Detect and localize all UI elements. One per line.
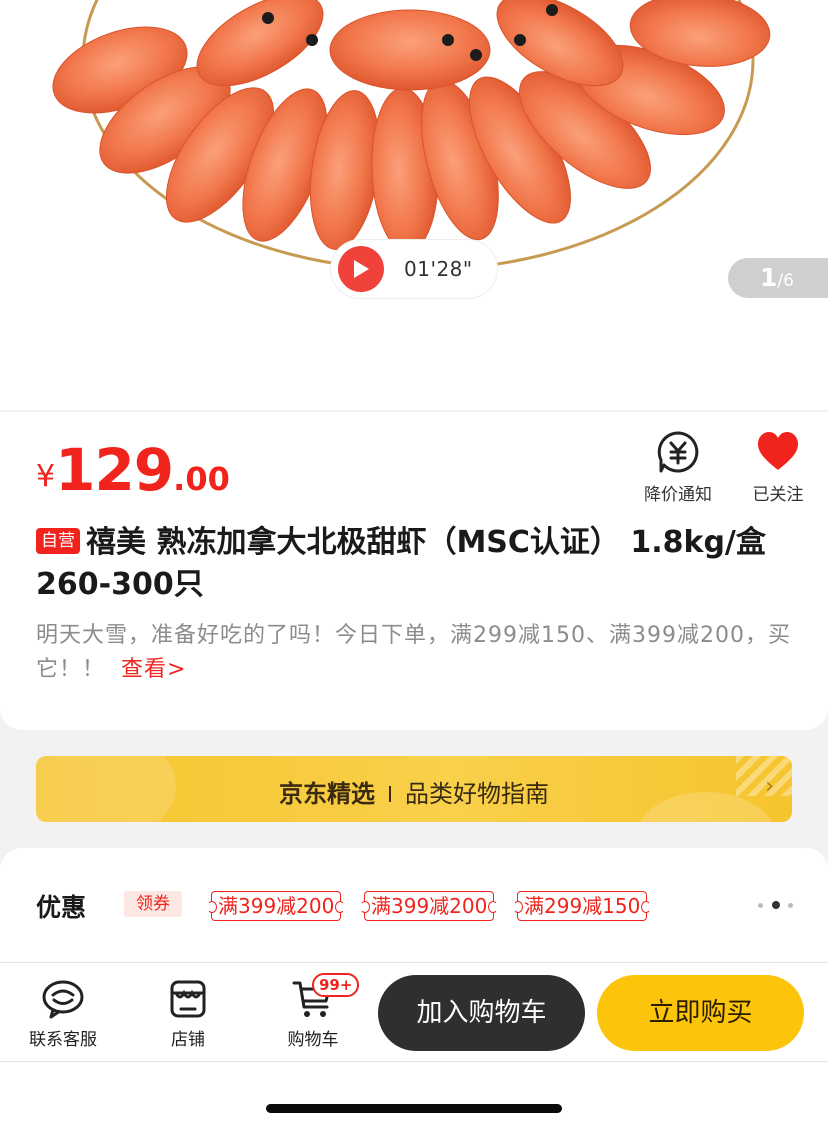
price-alert-icon	[657, 431, 699, 473]
coupon-chip[interactable]: 满399减200	[359, 891, 499, 921]
price-decimal: .00	[173, 460, 230, 498]
price-alert-button[interactable]: 降价通知	[640, 430, 716, 505]
price: ¥129.00	[36, 436, 230, 504]
gallery-page-total: /6	[777, 271, 794, 291]
play-icon[interactable]	[338, 246, 384, 292]
add-to-cart-button[interactable]: 加入购物车	[378, 975, 585, 1051]
heart-icon	[758, 432, 798, 470]
customer-service-label: 联系客服	[29, 1030, 97, 1050]
chat-bubble-icon	[42, 980, 84, 1019]
product-title-text: 禧美 熟冻加拿大北极甜虾（MSC认证） 1.8kg/盒 260-300只	[36, 525, 766, 602]
shrimp-plate-image	[52, 0, 771, 272]
buy-now-button[interactable]: 立即购买	[597, 975, 804, 1051]
video-play-pill[interactable]: 01'28"	[331, 240, 497, 298]
shop-button[interactable]: 店铺	[160, 979, 216, 1050]
price-integer: 129	[55, 436, 174, 504]
home-indicator-area	[0, 1062, 828, 1130]
coupon-section: 优惠 领券 满399减200 满399减200 满299减150	[0, 848, 828, 968]
follow-button[interactable]: 已关注	[746, 430, 810, 505]
more-dots-icon[interactable]	[758, 901, 798, 911]
product-image-gallery[interactable]: 01'28" 1/6	[0, 0, 828, 410]
follow-label: 已关注	[752, 485, 804, 505]
home-indicator[interactable]	[266, 1104, 562, 1113]
shop-label: 店铺	[171, 1030, 205, 1050]
bottom-action-bar: 联系客服 店铺 99+ 购物车 加入购物车 立即购买	[0, 962, 828, 1062]
price-alert-label: 降价通知	[644, 485, 712, 505]
jd-selection-banner[interactable]: 京东精选 品类好物指南 ›	[36, 756, 792, 822]
coupon-section-title: 优惠	[36, 893, 87, 922]
coupon-chip[interactable]: 满299减150	[512, 891, 652, 921]
store-icon	[170, 980, 206, 1018]
cart-count-badge: 99+	[312, 973, 360, 997]
product-title: 自营 禧美 熟冻加拿大北极甜虾（MSC认证） 1.8kg/盒 260-300只	[36, 522, 796, 606]
customer-service-button[interactable]: 联系客服	[22, 979, 104, 1050]
coupon-chip[interactable]: 满399减200	[206, 891, 346, 921]
chevron-right-icon: ›	[765, 774, 774, 799]
cart-button[interactable]: 99+ 购物车	[282, 973, 360, 1050]
price-currency: ¥	[36, 459, 56, 494]
banner-main-text: 京东精选	[279, 780, 375, 808]
gallery-page-current: 1	[760, 263, 778, 292]
gallery-page-indicator: 1/6	[728, 258, 828, 298]
get-coupon-button[interactable]: 领券	[124, 891, 182, 917]
promo-more-link[interactable]: 查看>	[121, 657, 186, 682]
product-info-card: ¥129.00 降价通知 已关注 自营 禧美 熟冻加拿大北极甜虾（MSC认证） 1…	[0, 412, 828, 730]
promo-text: 明天大雪，准备好吃的了吗！今日下单，满299减150、满399减200，买它！！…	[36, 619, 806, 687]
self-operated-badge: 自营	[36, 528, 80, 554]
banner-sub-text: 品类好物指南	[405, 780, 549, 808]
cart-label: 购物车	[287, 1030, 339, 1050]
video-duration: 01'28"	[404, 257, 473, 281]
